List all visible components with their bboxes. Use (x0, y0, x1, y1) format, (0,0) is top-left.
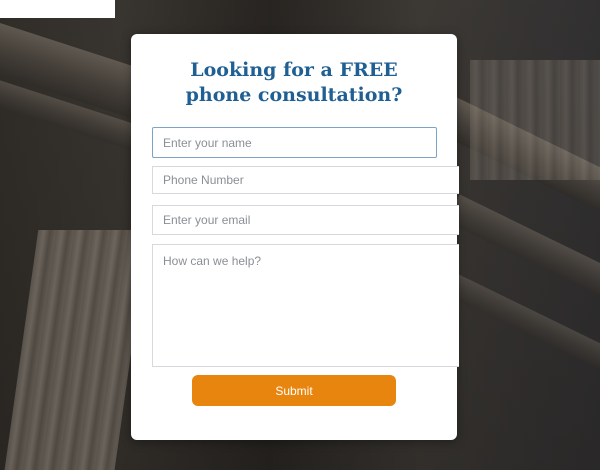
background-beam (447, 274, 600, 410)
message-textarea[interactable] (152, 244, 459, 367)
phone-input[interactable] (152, 166, 459, 194)
form-heading: Looking for a FREE phone consultation? (131, 58, 457, 108)
background-column (1, 230, 149, 470)
form-heading-line1: Looking for a FREE (190, 59, 398, 81)
consultation-form-card: Looking for a FREE phone consultation? S… (131, 34, 459, 440)
name-input[interactable] (152, 127, 437, 158)
submit-button[interactable]: Submit (192, 375, 396, 406)
background-column (470, 60, 600, 180)
email-input[interactable] (152, 205, 459, 235)
form-heading-line2: phone consultation? (185, 84, 403, 106)
top-left-white-box (0, 0, 115, 18)
